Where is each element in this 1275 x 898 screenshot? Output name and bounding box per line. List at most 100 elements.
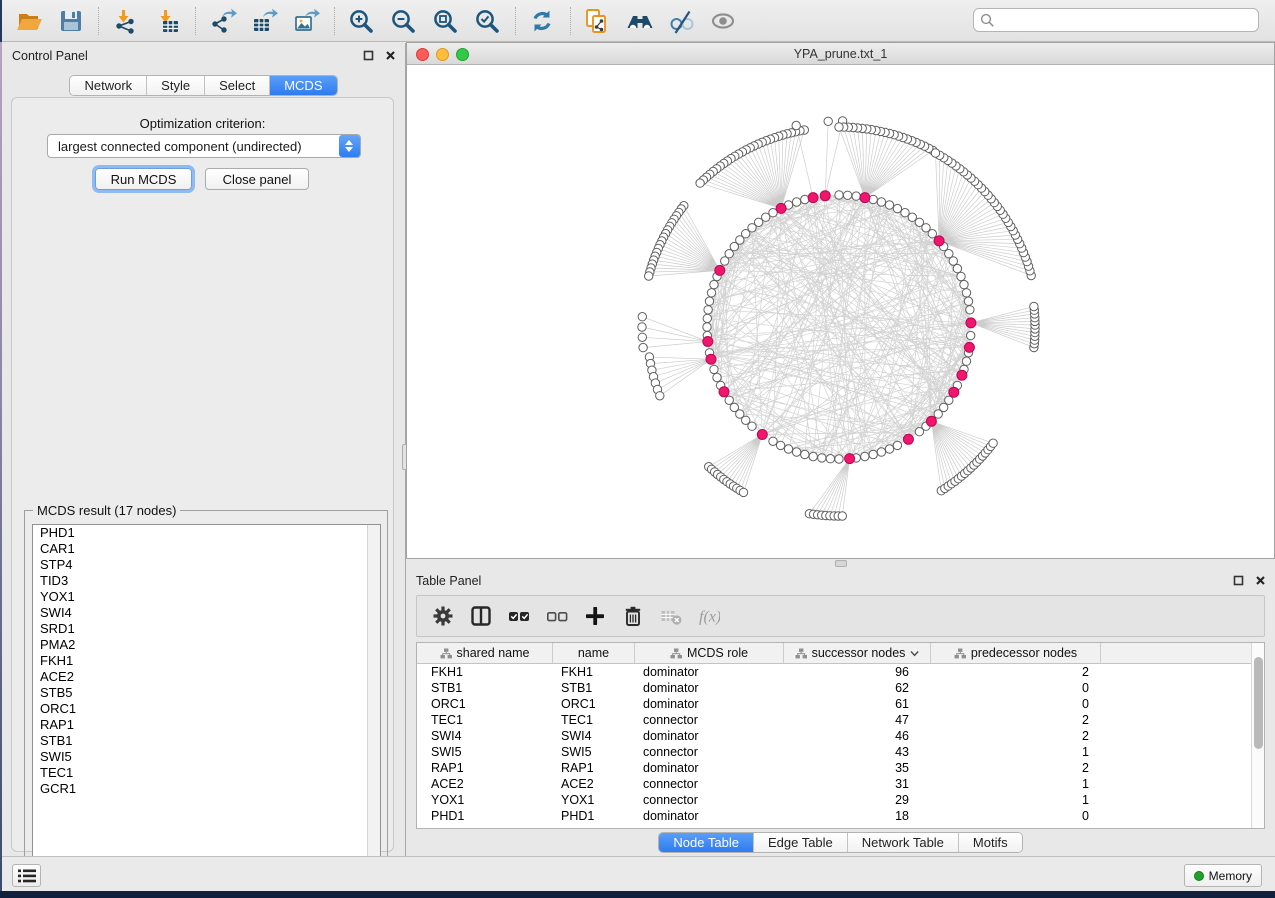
save-session-button[interactable] bbox=[50, 3, 92, 39]
network-node[interactable] bbox=[710, 365, 718, 373]
network-hub-node[interactable] bbox=[964, 342, 974, 352]
maximize-window-icon[interactable] bbox=[456, 48, 469, 61]
network-node[interactable] bbox=[792, 198, 800, 206]
network-node[interactable] bbox=[739, 488, 747, 496]
column-header-mcds-role[interactable]: MCDS role bbox=[635, 643, 784, 663]
zoom-fit-button[interactable] bbox=[425, 3, 467, 39]
network-node[interactable] bbox=[769, 437, 777, 445]
network-hub-node[interactable] bbox=[903, 434, 913, 444]
network-hub-node[interactable] bbox=[845, 454, 855, 464]
network-node[interactable] bbox=[960, 280, 968, 288]
network-node[interactable] bbox=[928, 230, 936, 238]
tab-mcds[interactable]: MCDS bbox=[270, 76, 336, 95]
tab-network-table[interactable]: Network Table bbox=[848, 833, 959, 852]
network-node[interactable] bbox=[964, 297, 972, 305]
mcds-result-node[interactable]: STB1 bbox=[33, 733, 380, 749]
network-node[interactable] bbox=[824, 117, 832, 125]
network-node[interactable] bbox=[639, 343, 647, 351]
network-hub-node[interactable] bbox=[808, 193, 818, 203]
add-column-button[interactable] bbox=[579, 600, 611, 632]
column-header-predecessor-nodes[interactable]: predecessor nodes bbox=[931, 643, 1101, 663]
table-row[interactable]: FKH1FKH1dominator962 bbox=[417, 664, 1264, 680]
network-hub-node[interactable] bbox=[957, 370, 967, 380]
table-row[interactable]: SWI5SWI5connector431 bbox=[417, 744, 1264, 760]
close-table-panel-icon[interactable] bbox=[1253, 573, 1267, 587]
zoom-in-button[interactable] bbox=[341, 3, 383, 39]
hide-graphics-details-button[interactable] bbox=[661, 3, 703, 39]
mcds-result-node[interactable]: SWI4 bbox=[33, 605, 380, 621]
network-hub-node[interactable] bbox=[934, 236, 944, 246]
column-header-shared-name[interactable]: shared name bbox=[417, 643, 553, 663]
network-node[interactable] bbox=[818, 454, 826, 462]
mcds-result-node[interactable]: STB5 bbox=[33, 685, 380, 701]
network-hub-node[interactable] bbox=[703, 337, 713, 347]
table-scrollbar-thumb[interactable] bbox=[1254, 657, 1263, 749]
export-network-button[interactable] bbox=[202, 3, 244, 39]
column-header-successor-nodes[interactable]: successor nodes bbox=[784, 643, 931, 663]
mcds-result-list[interactable]: PHD1CAR1STP4TID3YOX1SWI4SRD1PMA2FKH1ACE2… bbox=[32, 524, 381, 874]
column-header-name[interactable]: name bbox=[553, 643, 635, 663]
network-node[interactable] bbox=[869, 450, 877, 458]
network-hub-node[interactable] bbox=[776, 203, 786, 213]
network-node[interactable] bbox=[638, 323, 646, 331]
network-node[interactable] bbox=[843, 191, 851, 199]
float-table-panel-icon[interactable] bbox=[1231, 573, 1245, 587]
network-node[interactable] bbox=[989, 439, 997, 447]
search-input[interactable] bbox=[995, 13, 1252, 28]
delete-column-button[interactable] bbox=[655, 600, 687, 632]
mcds-result-node[interactable]: PMA2 bbox=[33, 637, 380, 653]
network-node[interactable] bbox=[949, 257, 957, 265]
network-canvas[interactable] bbox=[407, 65, 1274, 558]
network-node[interactable] bbox=[885, 201, 893, 209]
search-network-button[interactable] bbox=[619, 3, 661, 39]
open-file-button[interactable] bbox=[8, 3, 50, 39]
mcds-result-node[interactable]: TEC1 bbox=[33, 765, 380, 781]
network-node[interactable] bbox=[962, 357, 970, 365]
network-node[interactable] bbox=[885, 445, 893, 453]
mcds-result-node[interactable]: SRD1 bbox=[33, 621, 380, 637]
network-node[interactable] bbox=[861, 452, 869, 460]
network-node[interactable] bbox=[893, 441, 901, 449]
mcds-result-node[interactable]: CAR1 bbox=[33, 541, 380, 557]
network-node[interactable] bbox=[704, 306, 712, 314]
network-node[interactable] bbox=[703, 323, 711, 331]
network-node[interactable] bbox=[826, 455, 834, 463]
export-image-button[interactable] bbox=[286, 3, 328, 39]
network-node[interactable] bbox=[703, 314, 711, 322]
import-network-button[interactable] bbox=[105, 3, 147, 39]
network-node[interactable] bbox=[838, 512, 846, 520]
network-node[interactable] bbox=[713, 373, 721, 381]
table-scrollbar[interactable] bbox=[1251, 643, 1264, 828]
deselect-all-rows-button[interactable] bbox=[541, 600, 573, 632]
mcds-result-node[interactable]: SWI5 bbox=[33, 749, 380, 765]
network-node[interactable] bbox=[696, 179, 704, 187]
tab-style[interactable]: Style bbox=[147, 76, 205, 95]
function-builder-button[interactable]: f(x) bbox=[693, 600, 725, 632]
mcds-list-scrollbar[interactable] bbox=[367, 525, 380, 873]
mcds-result-node[interactable]: FKH1 bbox=[33, 653, 380, 669]
close-panel-icon[interactable] bbox=[383, 48, 397, 62]
tab-edge-table[interactable]: Edge Table bbox=[754, 833, 848, 852]
network-hub-node[interactable] bbox=[719, 387, 729, 397]
network-node[interactable] bbox=[638, 313, 646, 321]
mcds-result-node[interactable]: RAP1 bbox=[33, 717, 380, 733]
mcds-result-node[interactable]: STP4 bbox=[33, 557, 380, 573]
network-node[interactable] bbox=[835, 123, 843, 131]
table-row[interactable]: SWI4SWI4dominator462 bbox=[417, 728, 1264, 744]
delete-rows-button[interactable] bbox=[617, 600, 649, 632]
network-hub-node[interactable] bbox=[860, 193, 870, 203]
import-table-button[interactable] bbox=[147, 3, 189, 39]
network-hub-node[interactable] bbox=[966, 318, 976, 328]
network-node[interactable] bbox=[638, 333, 646, 341]
mcds-result-node[interactable]: GCR1 bbox=[33, 781, 380, 797]
horizontal-splitter-handle[interactable] bbox=[835, 560, 847, 567]
network-node[interactable] bbox=[953, 264, 961, 272]
export-table-button[interactable] bbox=[244, 3, 286, 39]
network-node[interactable] bbox=[967, 331, 975, 339]
mcds-result-node[interactable]: YOX1 bbox=[33, 589, 380, 605]
table-row[interactable]: PHD1PHD1dominator180 bbox=[417, 808, 1264, 824]
refresh-layout-button[interactable] bbox=[522, 3, 564, 39]
table-row[interactable]: YOX1YOX1connector291 bbox=[417, 792, 1264, 808]
zoom-selected-button[interactable] bbox=[467, 3, 509, 39]
mcds-result-node[interactable]: ORC1 bbox=[33, 701, 380, 717]
